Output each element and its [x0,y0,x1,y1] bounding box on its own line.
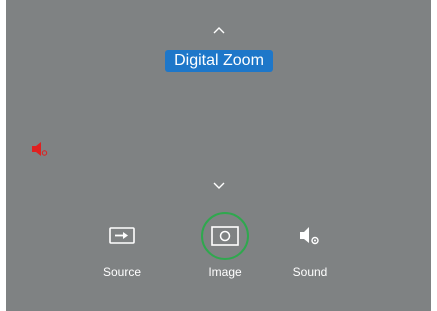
input-source-icon [109,227,135,244]
sound-settings-icon [300,227,319,245]
menu-item-label: Image [208,265,242,279]
osd-title: Digital Zoom [165,50,273,72]
menu-item-sound[interactable]: Sound [270,208,350,288]
chevron-up-icon [213,27,224,34]
chevron-down-icon [213,182,224,189]
mute-indicator [31,141,49,157]
menu-item-label: Sound [292,265,328,279]
menu-item-source[interactable]: Source [82,208,162,288]
image-icon [211,226,239,246]
nav-up-button[interactable] [6,26,431,40]
selection-ring [201,212,249,260]
menu-item-image[interactable]: Image [185,208,265,288]
projector-osd-screen: Digital Zoom Source Image Sound [6,0,431,311]
speaker-muted-icon [32,142,48,156]
menu-item-label: Source [102,265,142,279]
nav-down-button[interactable] [6,182,431,196]
